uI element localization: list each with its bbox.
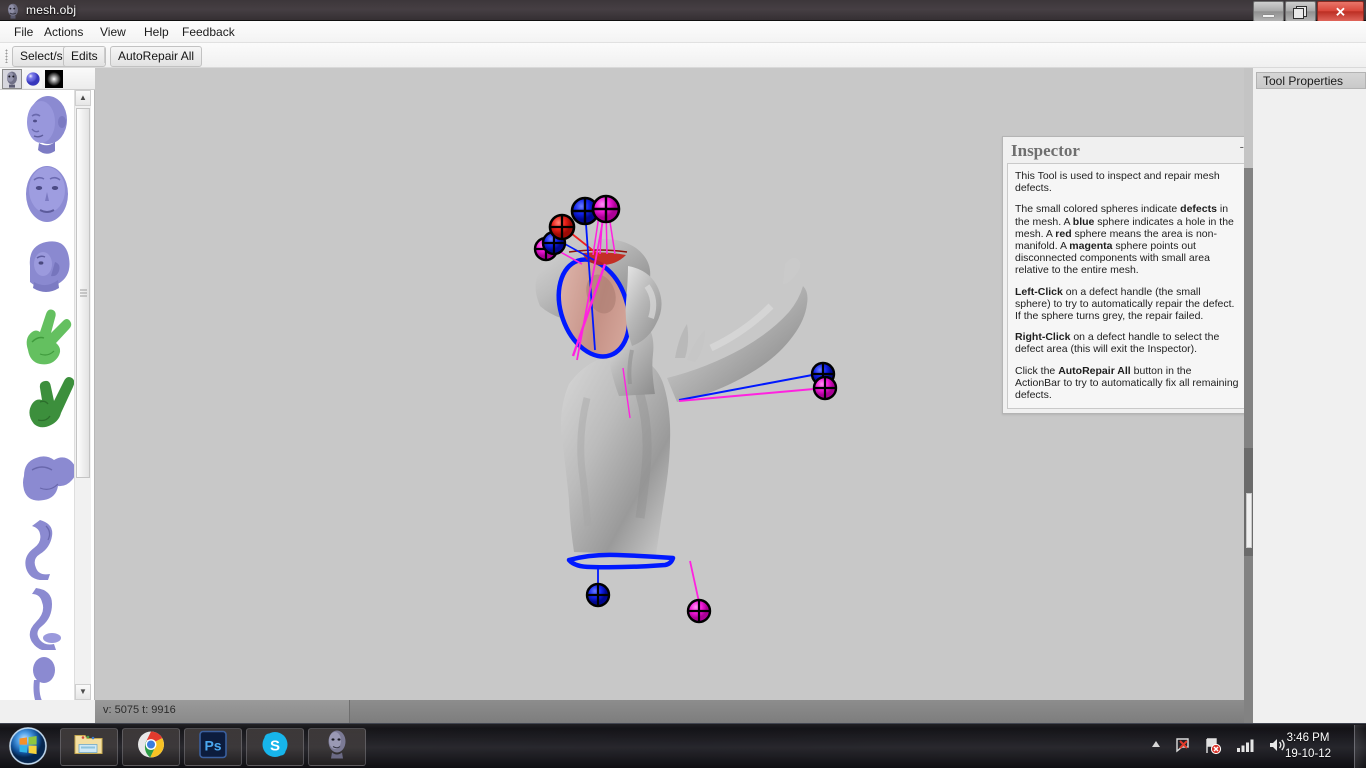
taskbar-explorer[interactable] <box>60 728 118 766</box>
inspector-help-text: This Tool is used to inspect and repair … <box>1007 163 1247 409</box>
inspector-panel[interactable]: Inspector - This Tool is used to inspect… <box>1002 136 1252 414</box>
toolbar-separator <box>104 48 105 63</box>
dock-scroll-track[interactable] <box>1244 168 1253 723</box>
menu-actions[interactable]: Actions <box>38 24 89 41</box>
gallery-scroll-down-button[interactable]: ▼ <box>75 684 91 700</box>
tray-flag-icon[interactable] <box>1204 737 1222 760</box>
taskbar-skype[interactable]: S <box>246 728 304 766</box>
taskbar-clock[interactable]: 3:46 PM 19-10-12 <box>1272 730 1344 762</box>
defect-handle-red-1[interactable] <box>548 213 576 241</box>
thumb-hand-check[interactable] <box>10 372 84 440</box>
action-bar: Select/s Edits AutoRepair All <box>0 43 1366 68</box>
thumb-torso[interactable] <box>10 442 84 510</box>
autorepair-all-button[interactable]: AutoRepair All <box>110 46 203 67</box>
close-button[interactable]: ✕ <box>1317 1 1364 22</box>
gallery-tab-strip <box>0 68 95 90</box>
mesh-tab[interactable] <box>2 69 22 89</box>
taskbar-photoshop[interactable]: Ps <box>184 728 242 766</box>
menu-feedback[interactable]: Feedback <box>176 24 241 41</box>
toolbar-grip[interactable] <box>5 49 8 63</box>
window-titlebar: mesh.obj ✕ <box>0 0 1366 22</box>
mesh-fin-1 <box>675 324 689 358</box>
bottom-hole-outline <box>566 552 676 570</box>
inspector-title: Inspector <box>1011 141 1080 160</box>
clock-time: 3:46 PM <box>1286 732 1330 744</box>
tray-action-center-icon[interactable] <box>1174 737 1192 760</box>
tool-properties-panel[interactable]: Tool Properties <box>1256 72 1366 89</box>
thumb-limb-a[interactable] <box>10 512 84 580</box>
chrome-icon <box>137 731 165 764</box>
menu-bar: File Actions View Help Feedback <box>0 21 1366 43</box>
restore-button[interactable] <box>1285 1 1316 22</box>
taskbar-meshmixer[interactable] <box>308 728 366 766</box>
inspector-paragraph-5: Click the AutoRepair All button in the A… <box>1015 364 1239 402</box>
start-button[interactable] <box>3 726 53 767</box>
show-desktop-button[interactable] <box>1354 725 1366 768</box>
inspector-paragraph-1: This Tool is used to inspect and repair … <box>1015 170 1220 195</box>
thumb-face-front[interactable] <box>10 162 84 230</box>
main-area: ▲ ▼ v: 5075 t: 9916 Inspector - This Too… <box>0 68 1366 723</box>
mesh-stats-label: v: 5075 t: 9916 <box>103 704 176 716</box>
inspector-paragraph-3: Left-Click on a defect handle (the small… <box>1015 285 1235 323</box>
mesh-head-icon <box>324 730 350 765</box>
gallery-scroll-thumb[interactable] <box>76 108 90 478</box>
inspector-paragraph-2: The small colored spheres indicate defec… <box>1015 203 1234 277</box>
thumb-head-side[interactable] <box>10 232 84 300</box>
thumb-hand-peace[interactable] <box>10 302 84 370</box>
clock-date: 19-10-12 <box>1284 748 1332 760</box>
gallery-scrollbar[interactable]: ▲ ▼ <box>74 90 91 700</box>
thumb-limb-b[interactable] <box>10 582 84 650</box>
mesh-branch-arm <box>667 286 808 402</box>
window-controls: ✕ <box>1252 1 1364 22</box>
tray-expand-icon[interactable] <box>1150 737 1162 755</box>
dock-scrollbar[interactable] <box>1244 68 1253 723</box>
material-tab[interactable] <box>23 69 43 89</box>
thumb-limb-c[interactable] <box>10 652 84 700</box>
light-tab[interactable] <box>44 69 64 89</box>
defect-handle-magenta-3[interactable] <box>812 375 838 401</box>
menu-help[interactable]: Help <box>138 24 175 41</box>
selects-button[interactable]: Select/s <box>12 46 71 67</box>
status-bar: v: 5075 t: 9916 <box>95 700 1244 723</box>
defect-handle-magenta-4[interactable] <box>686 598 712 624</box>
windows-taskbar: Ps S 3:46 PM 19-10-12 <box>0 723 1366 768</box>
dock-scroll-thumb-inner[interactable] <box>1246 493 1252 548</box>
mesh-fin-2 <box>687 330 705 362</box>
menu-view[interactable]: View <box>94 24 132 41</box>
folder-icon <box>74 732 104 763</box>
tray-network-icon[interactable] <box>1236 737 1256 758</box>
edits-button[interactable]: Edits <box>63 46 106 67</box>
defect-handle-blue-4[interactable] <box>585 582 611 608</box>
application-window: mesh.obj ✕ File Actions View Help Feedba… <box>0 0 1366 723</box>
mesh-head-icon <box>5 3 21 19</box>
window-title: mesh.obj <box>26 3 77 17</box>
minimize-button[interactable] <box>1253 1 1284 22</box>
gallery-scroll-up-button[interactable]: ▲ <box>75 90 91 106</box>
right-dock: Tool Properties <box>1244 68 1366 723</box>
menu-file[interactable]: File <box>8 24 39 41</box>
inspector-paragraph-4: Right-Click on a defect handle to select… <box>1015 331 1220 356</box>
photoshop-icon: Ps <box>199 730 227 764</box>
taskbar-chrome[interactable] <box>122 728 180 766</box>
tool-properties-title: Tool Properties <box>1256 72 1366 89</box>
skype-icon: S <box>261 731 289 764</box>
svg-text:Ps: Ps <box>204 738 221 754</box>
svg-text:S: S <box>270 738 280 755</box>
thumb-head-3q[interactable] <box>10 92 84 160</box>
defect-handle-magenta-2[interactable] <box>591 194 621 224</box>
